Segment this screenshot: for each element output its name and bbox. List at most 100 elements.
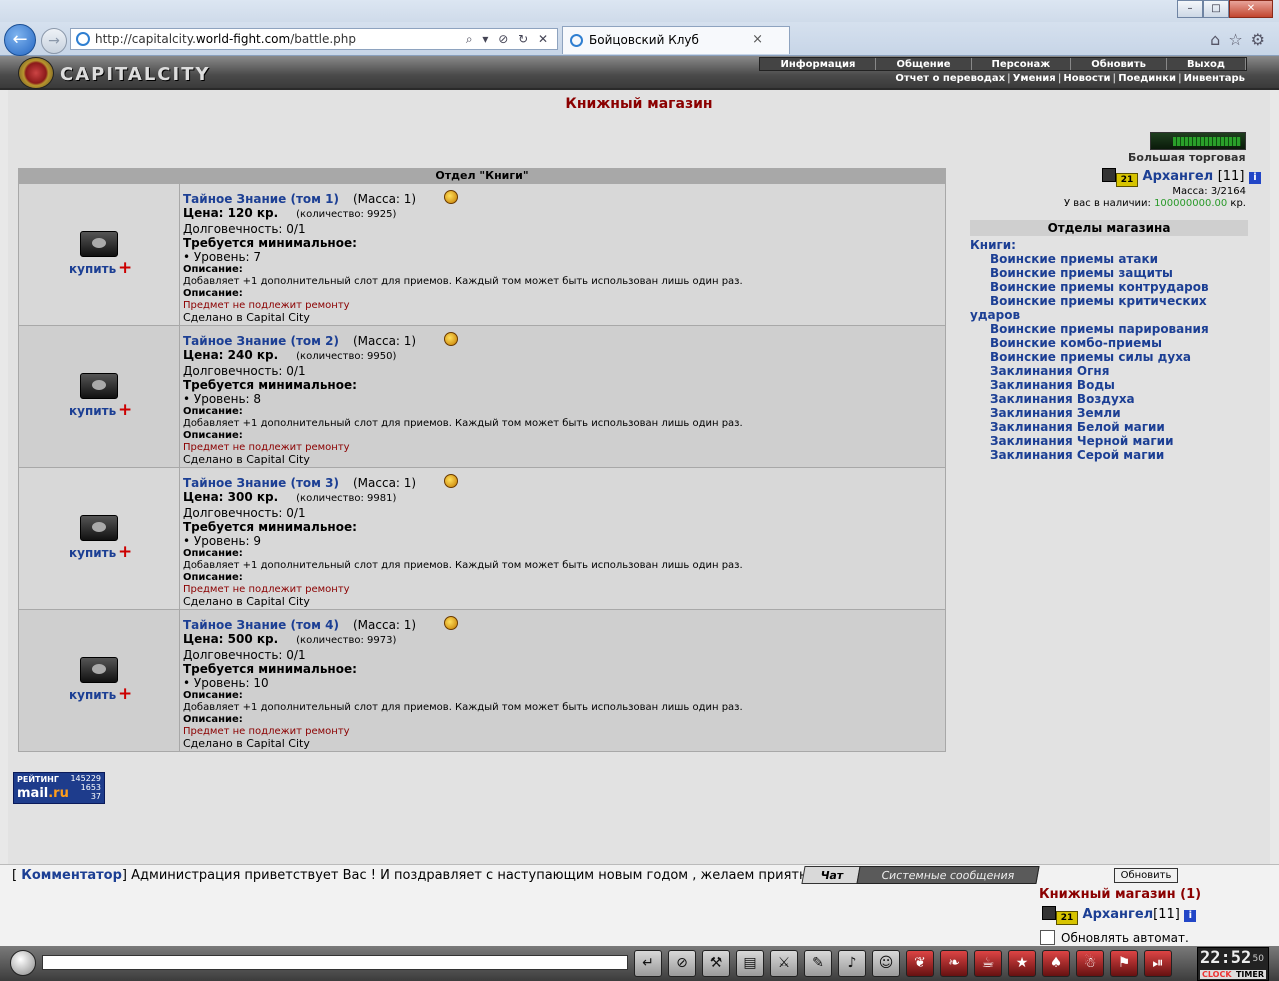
plus-icon[interactable]: + xyxy=(118,400,132,420)
buy-button[interactable]: купить xyxy=(69,404,116,418)
auto-refresh-checkbox[interactable] xyxy=(1040,930,1055,945)
money-unit: кр. xyxy=(1230,198,1246,209)
address-bar[interactable]: http://capitalcity.world-fight.com/battl… xyxy=(70,28,558,50)
tab-title: Бойцовский Клуб xyxy=(589,33,699,47)
flag-icon[interactable]: ⚑ xyxy=(1110,950,1138,977)
forward-button[interactable]: → xyxy=(41,28,67,54)
dept-defense[interactable]: Воинские приемы защиты xyxy=(970,266,1248,280)
dept-water[interactable]: Заклинания Воды xyxy=(970,378,1248,392)
submenu-transfers[interactable]: Отчет о переводах xyxy=(893,73,1007,84)
menu-info[interactable]: Информация xyxy=(760,58,877,70)
maximize-button[interactable]: □ xyxy=(1203,0,1229,18)
big-trade-link[interactable]: Большая торговая xyxy=(1128,151,1246,164)
req-level: • Уровень: 8 xyxy=(183,392,262,406)
item-name[interactable]: Тайное Знание (том 4) xyxy=(183,618,339,632)
dept-air[interactable]: Заклинания Воздуха xyxy=(970,392,1248,406)
item-info-icon[interactable] xyxy=(444,474,458,488)
clock-seconds: 50 xyxy=(1252,954,1264,964)
made-in: Сделано в Capital City xyxy=(183,737,310,750)
page-title: Книжный магазин xyxy=(565,96,713,112)
close-window-button[interactable]: ✕ xyxy=(1229,0,1273,18)
bag-icon[interactable]: ❦ xyxy=(906,950,934,977)
item-durability: Долговечность: 0/1 xyxy=(183,222,306,236)
money-label: У вас в наличии: xyxy=(1064,198,1151,209)
refresh-button[interactable]: Обновить xyxy=(1114,868,1178,883)
submenu-skills[interactable]: Умения xyxy=(1011,73,1058,84)
plus-icon[interactable]: + xyxy=(118,542,132,562)
plus-icon[interactable]: + xyxy=(118,258,132,278)
dept-combo[interactable]: Воинские комбо-приемы xyxy=(970,336,1248,350)
item-info-icon[interactable] xyxy=(444,190,458,204)
clear-icon[interactable]: ⊘ xyxy=(668,950,696,977)
item-name[interactable]: Тайное Знание (том 3) xyxy=(183,476,339,490)
dept-attack[interactable]: Воинские приемы атаки xyxy=(970,252,1248,266)
rank-icon[interactable]: ★ xyxy=(1008,950,1036,977)
filter-icon[interactable]: ⚒ xyxy=(702,950,730,977)
submenu-inventory[interactable]: Инвентарь xyxy=(1182,73,1247,84)
item-durability: Долговечность: 0/1 xyxy=(183,364,306,378)
book-icon xyxy=(80,231,118,257)
mail-rating-counter[interactable]: РЕЙТИНГ mail.ru 145229 1653 37 xyxy=(13,772,105,804)
site-header: CAPITALCITY Информация Общение Персонаж … xyxy=(0,56,1279,90)
character-icon[interactable]: ☃ xyxy=(1076,950,1104,977)
dept-fire[interactable]: Заклинания Огня xyxy=(970,364,1248,378)
chat-text: Администрация приветствует Вас ! И поздр… xyxy=(131,868,807,883)
dept-earth[interactable]: Заклинания Земли xyxy=(970,406,1248,420)
back-button[interactable]: ← xyxy=(4,24,36,56)
scroll-icon[interactable]: ❧ xyxy=(940,950,968,977)
info-icon[interactable]: i xyxy=(1248,172,1261,184)
menu-communication[interactable]: Общение xyxy=(876,58,972,70)
minimize-button[interactable]: – xyxy=(1177,0,1203,18)
auto-refresh[interactable]: Обновлять автомат. xyxy=(1040,930,1189,945)
item-name[interactable]: Тайное Знание (том 1) xyxy=(183,192,339,206)
plus-icon[interactable]: + xyxy=(118,684,132,704)
submenu-news[interactable]: Новости xyxy=(1061,73,1112,84)
item-durability: Долговечность: 0/1 xyxy=(183,648,306,662)
menu-refresh[interactable]: Обновить xyxy=(1071,58,1167,70)
clock-button[interactable]: CLOCK xyxy=(1200,970,1234,979)
buy-button[interactable]: купить xyxy=(69,546,116,560)
clock-time: 22:52 xyxy=(1200,948,1252,968)
save-icon[interactable]: ▤ xyxy=(736,950,764,977)
buy-button[interactable]: купить xyxy=(69,262,116,276)
dept-critical[interactable]: Воинские приемы критических ударов xyxy=(970,294,1248,322)
menu-character[interactable]: Персонаж xyxy=(972,58,1072,70)
item-qty: (количество: 9973) xyxy=(296,635,397,646)
shield-icon[interactable]: ♠ xyxy=(1042,950,1070,977)
tab-fight-club[interactable]: Бойцовский Клуб × xyxy=(562,26,790,54)
home-favorites-settings-icons[interactable]: ⌂☆⚙ xyxy=(1210,30,1273,49)
bottom-toolbar: ↵ ⊘ ⚒ ▤ ⚔ ✎ ♪ ☺ ❦ ❧ ☕ ★ ♠ ☃ ⚑ ⏯ 22:52 50… xyxy=(0,946,1279,981)
dept-black-magic[interactable]: Заклинания Черной магии xyxy=(970,434,1248,448)
player-name[interactable]: Архангел xyxy=(1143,169,1214,184)
menu-exit[interactable]: Выход xyxy=(1167,58,1246,70)
big-trade-button[interactable] xyxy=(1150,132,1246,150)
edit-icon[interactable]: ✎ xyxy=(804,950,832,977)
dept-counter[interactable]: Воинские приемы контрударов xyxy=(970,280,1248,294)
item-info-icon[interactable] xyxy=(444,332,458,346)
info-icon[interactable]: i xyxy=(1184,910,1197,922)
dept-parry[interactable]: Воинские приемы парирования xyxy=(970,322,1248,336)
timer-button[interactable]: TIMER xyxy=(1233,970,1266,979)
item-name[interactable]: Тайное Знание (том 2) xyxy=(183,334,339,348)
dept-grey-magic[interactable]: Заклинания Серой магии xyxy=(970,448,1248,462)
send-icon[interactable]: ↵ xyxy=(634,950,662,977)
music-icon[interactable]: ♪ xyxy=(838,950,866,977)
chat-smiley-icon[interactable] xyxy=(10,950,36,976)
smiley-icon[interactable]: ☺ xyxy=(872,950,900,977)
room-user-name[interactable]: Архангел xyxy=(1083,907,1154,922)
dept-books-link[interactable]: Книги: xyxy=(970,238,1248,252)
chat-input[interactable] xyxy=(42,955,628,970)
submenu-battles[interactable]: Поединки xyxy=(1116,73,1178,84)
chat-author[interactable]: Комментатор xyxy=(21,868,122,883)
exit-icon[interactable]: ⏯ xyxy=(1144,950,1172,977)
fight-icon[interactable]: ⚔ xyxy=(770,950,798,977)
dept-spirit[interactable]: Воинские приемы силы духа xyxy=(970,350,1248,364)
dept-white-magic[interactable]: Заклинания Белой магии xyxy=(970,420,1248,434)
item-info-icon[interactable] xyxy=(444,616,458,630)
tab-close-icon[interactable]: × xyxy=(752,27,763,53)
address-controls[interactable]: ⌕ ▾ ⊘ ↻ ✕ xyxy=(466,29,551,49)
tab-system-messages[interactable]: Системные сообщения xyxy=(856,866,1040,884)
tab-chat[interactable]: Чат xyxy=(801,866,863,884)
potion-icon[interactable]: ☕ xyxy=(974,950,1002,977)
buy-button[interactable]: купить xyxy=(69,688,116,702)
